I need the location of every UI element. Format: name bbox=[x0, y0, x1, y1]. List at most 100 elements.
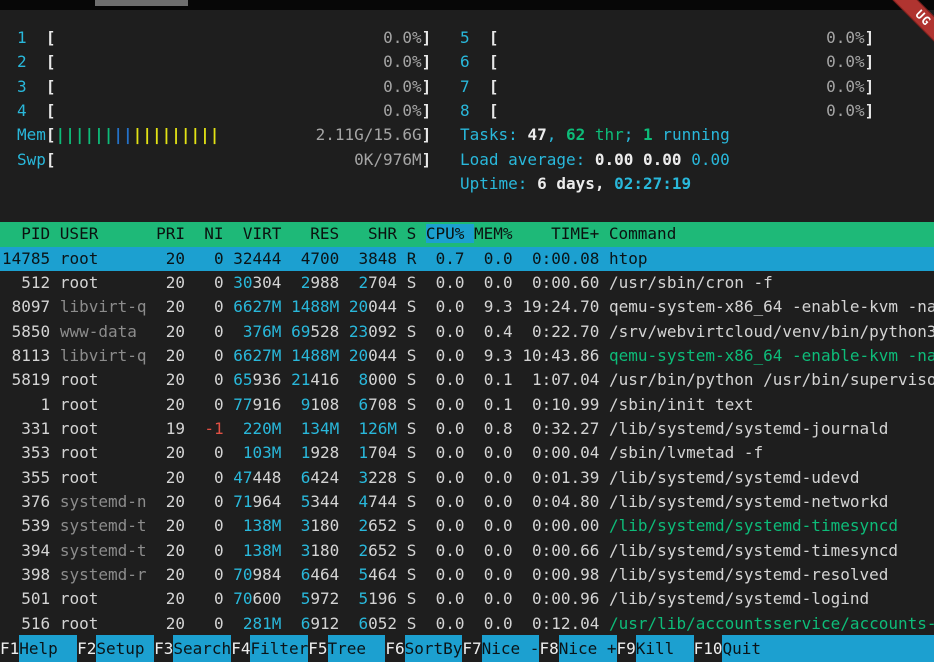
cpu-meter-4: 4 [0.0%] bbox=[17, 99, 431, 123]
process-row-353[interactable]: 353 root 20 0 103M 1928 1704 S 0.0 0.0 0… bbox=[0, 441, 934, 465]
shr-cell: 3848 bbox=[349, 249, 397, 268]
header-cell-cmd[interactable]: Command bbox=[609, 224, 676, 243]
res-cell: 134M bbox=[291, 419, 339, 438]
cmd-cell: /usr/lib/accountsservice/accounts- bbox=[609, 614, 934, 633]
time-cell: 0:10.99 bbox=[522, 395, 599, 414]
fkey-setup[interactable]: F2Setup bbox=[77, 635, 154, 662]
mem-cell: 0.0 bbox=[474, 541, 513, 560]
s-cell: S bbox=[407, 516, 417, 535]
process-row-331[interactable]: 331 root 19 -1 220M 134M 126M S 0.0 0.8 … bbox=[0, 417, 934, 441]
cmd-cell: /usr/bin/python /usr/bin/superviso bbox=[609, 370, 934, 389]
cmd-cell: /lib/systemd/systemd-networkd bbox=[609, 492, 888, 511]
cmd-cell: /lib/systemd/systemd-timesyncd bbox=[609, 516, 898, 535]
s-cell: S bbox=[407, 565, 417, 584]
cmd-cell: /lib/systemd/systemd-udevd bbox=[609, 468, 859, 487]
virt-cell: 138M bbox=[233, 516, 281, 535]
fkey-filter[interactable]: F4Filter bbox=[231, 635, 308, 662]
header-cell-s[interactable]: S bbox=[407, 224, 426, 243]
cpu-cell: 0.0 bbox=[426, 419, 465, 438]
process-row-355[interactable]: 355 root 20 0 47448 6424 3228 S 0.0 0.0 … bbox=[0, 466, 934, 490]
cmd-cell: /sbin/init text bbox=[609, 395, 754, 414]
process-row-5850[interactable]: 5850 www-data 20 0 376M 69528 23092 S 0.… bbox=[0, 320, 934, 344]
fkey-action-label: Quit bbox=[722, 635, 934, 662]
shr-cell: 4744 bbox=[349, 492, 397, 511]
mem-meter-label: Mem bbox=[17, 125, 46, 144]
user-cell: root bbox=[60, 589, 147, 608]
fkey-kill[interactable]: F9Kill bbox=[617, 635, 694, 662]
fkey-nice[interactable]: F8Nice + bbox=[539, 635, 616, 662]
time-cell: 0:12.04 bbox=[522, 614, 599, 633]
cpu-meter-1: 1 [0.0%] bbox=[17, 26, 431, 50]
s-cell: S bbox=[407, 273, 417, 292]
fkey-key-label: F4 bbox=[231, 635, 250, 662]
tasks-count: 47 bbox=[527, 125, 546, 144]
res-cell: 6912 bbox=[291, 614, 339, 633]
cpu-meter-2: 2 [0.0%] bbox=[17, 50, 431, 74]
cpu-meter-2-value: 0.0% bbox=[383, 50, 422, 74]
header-cell-shr[interactable]: SHR bbox=[349, 224, 407, 243]
header-cell-user[interactable]: USER bbox=[60, 224, 156, 243]
process-row-539[interactable]: 539 systemd-t 20 0 138M 3180 2652 S 0.0 … bbox=[0, 514, 934, 538]
cpu-meter-7-value: 0.0% bbox=[826, 75, 865, 99]
header-cell-virt[interactable]: VIRT bbox=[233, 224, 291, 243]
process-row-501[interactable]: 501 root 20 0 70600 5972 5196 S 0.0 0.0 … bbox=[0, 587, 934, 611]
header-cell-pri[interactable]: PRI bbox=[156, 224, 195, 243]
process-row-394[interactable]: 394 systemd-t 20 0 138M 3180 2652 S 0.0 … bbox=[0, 539, 934, 563]
top-window-strip bbox=[0, 0, 934, 10]
shr-cell: 126M bbox=[349, 419, 397, 438]
ni-cell: 0 bbox=[195, 273, 224, 292]
user-cell: root bbox=[60, 419, 147, 438]
process-row-376[interactable]: 376 systemd-n 20 0 71964 5344 4744 S 0.0… bbox=[0, 490, 934, 514]
virt-cell: 6627M bbox=[233, 297, 281, 316]
ni-cell: 0 bbox=[195, 589, 224, 608]
pid-cell: 1 bbox=[2, 395, 50, 414]
shr-cell: 5196 bbox=[349, 589, 397, 608]
fkey-help[interactable]: F1Help bbox=[0, 635, 77, 662]
process-row-1[interactable]: 1 root 20 0 77916 9108 6708 S 0.0 0.1 0:… bbox=[0, 393, 934, 417]
fkey-quit[interactable]: F10Quit bbox=[694, 635, 934, 662]
header-cell-pid[interactable]: PID bbox=[2, 224, 60, 243]
fkey-nice[interactable]: F7Nice - bbox=[462, 635, 539, 662]
cpu-meter-4-label: 4 bbox=[17, 101, 46, 120]
cpu-cell: 0.0 bbox=[426, 589, 465, 608]
process-table-header[interactable]: PID USER PRI NI VIRT RES SHR S CPU% MEM%… bbox=[0, 222, 934, 246]
cpu-cell: 0.0 bbox=[426, 370, 465, 389]
s-cell: S bbox=[407, 395, 417, 414]
time-cell: 0:00.98 bbox=[522, 565, 599, 584]
cmd-cell: /lib/systemd/systemd-journald bbox=[609, 419, 888, 438]
cmd-cell: /lib/systemd/systemd-logind bbox=[609, 589, 869, 608]
cpu-meter-5-label: 5 bbox=[460, 28, 489, 47]
fkey-key-label: F2 bbox=[77, 635, 96, 662]
process-row-516[interactable]: 516 root 20 0 281M 6912 6052 S 0.0 0.0 0… bbox=[0, 612, 934, 636]
process-row-512[interactable]: 512 root 20 0 30304 2988 2704 S 0.0 0.0 … bbox=[0, 271, 934, 295]
process-row-398[interactable]: 398 systemd-r 20 0 70984 6464 5464 S 0.0… bbox=[0, 563, 934, 587]
res-cell: 4700 bbox=[291, 249, 339, 268]
fkey-sortby[interactable]: F6SortBy bbox=[385, 635, 462, 662]
user-cell: root bbox=[60, 468, 147, 487]
process-row-5819[interactable]: 5819 root 20 0 65936 21416 8000 S 0.0 0.… bbox=[0, 368, 934, 392]
header-cell-ni[interactable]: NI bbox=[195, 224, 234, 243]
fkey-search[interactable]: F3Search bbox=[154, 635, 231, 662]
mem-cell: 0.0 bbox=[474, 565, 513, 584]
header-cell-res[interactable]: RES bbox=[291, 224, 349, 243]
header-cell-cpu-sort-active[interactable]: CPU% bbox=[426, 224, 474, 243]
process-row-8113[interactable]: 8113 libvirt-q 20 0 6627M 1488M 20044 S … bbox=[0, 344, 934, 368]
process-row-8097[interactable]: 8097 libvirt-q 20 0 6627M 1488M 20044 S … bbox=[0, 295, 934, 319]
stats-panel: Tasks: 47, 62 thr; 1 running Load averag… bbox=[460, 123, 730, 196]
load-label: Load average: bbox=[460, 150, 595, 169]
header-cell-mem[interactable]: MEM% bbox=[474, 224, 522, 243]
user-cell: www-data bbox=[60, 322, 147, 341]
cpu-cell: 0.0 bbox=[426, 468, 465, 487]
swp-meter-label: Swp bbox=[17, 150, 46, 169]
pid-cell: 353 bbox=[2, 443, 50, 462]
cpu-meter-3-label: 3 bbox=[17, 77, 46, 96]
user-cell: systemd-t bbox=[60, 541, 147, 560]
s-cell: S bbox=[407, 322, 417, 341]
cpu-cell: 0.0 bbox=[426, 273, 465, 292]
header-cell-time[interactable]: TIME+ bbox=[522, 224, 609, 243]
function-key-bar: F1Help F2Setup F3SearchF4FilterF5Tree F6… bbox=[0, 635, 934, 662]
process-row-14785[interactable]: 14785 root 20 0 32444 4700 3848 R 0.7 0.… bbox=[0, 247, 934, 271]
s-cell: R bbox=[407, 249, 417, 268]
shr-cell: 3228 bbox=[349, 468, 397, 487]
fkey-tree[interactable]: F5Tree bbox=[308, 635, 385, 662]
